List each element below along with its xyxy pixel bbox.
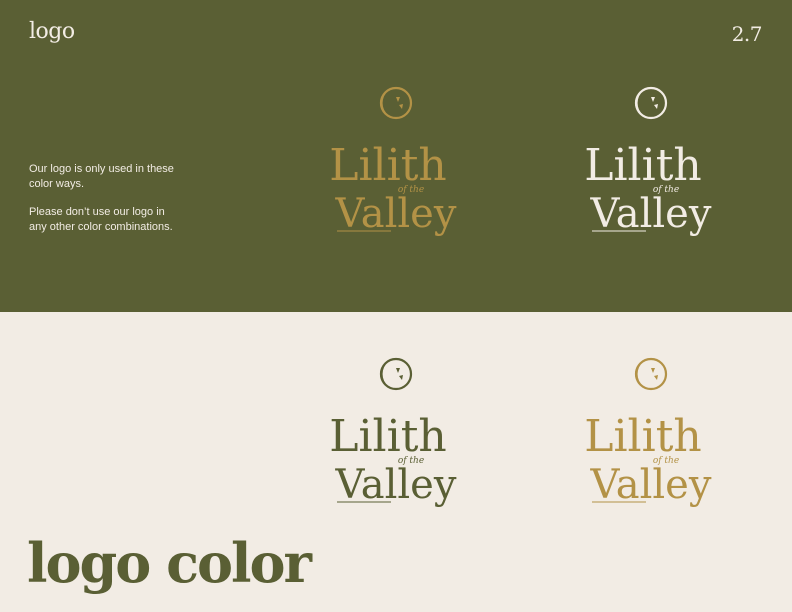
usage-warning-note: Please don’t use our logo in any other c… [29,206,173,233]
page-number: 2.7 [731,22,763,46]
logo-wordmark-line1: Lilith [329,411,446,462]
logo-gold-on-olive: Lilith of the Valley [329,84,463,244]
moon-emblem-icon [379,86,413,120]
logo-mark: Lilith of the Valley [329,357,457,508]
logo-gold-on-cream: Lilith of the Valley [584,355,718,515]
logo-wordmark-line3: Valley [590,191,712,237]
moon-emblem-icon [379,357,413,391]
logo-wordmark-line1: Lilith [584,411,701,462]
section-label: logo [29,19,75,44]
logo-wordmark-line3: Valley [335,191,457,237]
page-title: logo color [27,531,312,595]
logo-wordmark-line3: Valley [335,462,457,508]
logo-wordmark-line1: Lilith [329,140,446,191]
logo-cream-on-olive: Lilith of the Valley [584,84,718,244]
logo-mark: Lilith of the Valley [329,86,457,237]
brand-guide-page: logo 2.7 Our logo is only used in these … [0,0,792,612]
usage-note: Our logo is only used in these color way… [29,163,174,190]
logo-olive-on-cream: Lilith of the Valley [329,355,463,515]
logo-wordmark-line3: Valley [590,462,712,508]
logo-mark: Lilith of the Valley [584,357,712,508]
moon-emblem-icon [634,357,668,391]
logo-mark: Lilith of the Valley [584,86,712,237]
moon-emblem-icon [634,86,668,120]
logo-wordmark-line1: Lilith [584,140,701,191]
